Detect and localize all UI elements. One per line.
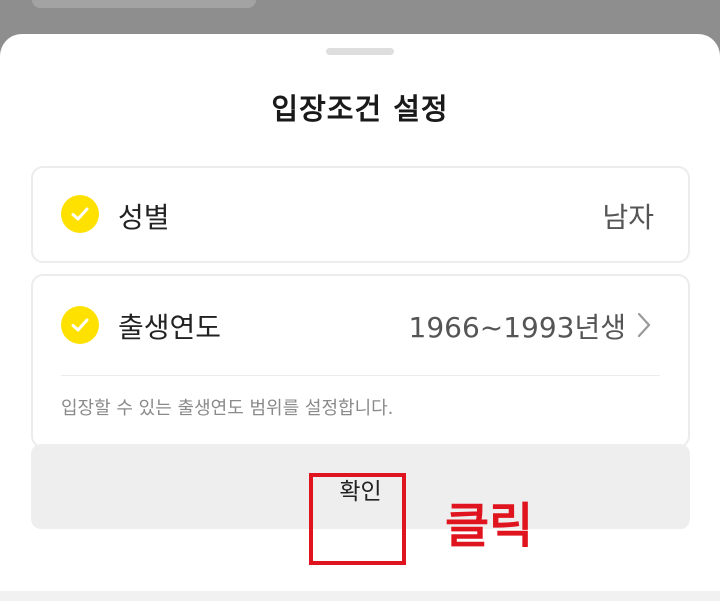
condition-birth-year-card: 출생연도 1966~1993년생 입장할 수 있는 출생연도 범위를 설정합니다… (31, 274, 690, 448)
check-icon (61, 195, 99, 233)
bottom-strip (0, 591, 720, 601)
birth-year-label: 출생연도 (118, 311, 222, 344)
annotation-click-text: 클릭 (445, 498, 534, 554)
check-icon (61, 306, 99, 344)
gender-label: 성별 (118, 201, 170, 234)
divider (61, 375, 660, 376)
gender-value: 남자 (602, 201, 654, 234)
sheet-drag-handle[interactable] (326, 48, 394, 55)
background-element (32, 0, 256, 8)
condition-gender-card[interactable]: 성별 남자 (31, 166, 690, 263)
birth-year-helper-text: 입장할 수 있는 출생연도 범위를 설정합니다. (61, 398, 394, 419)
birth-year-range-selector[interactable]: 1966~1993년생 (409, 306, 627, 346)
chevron-right-icon[interactable] (636, 312, 652, 342)
annotation-highlight-box (309, 473, 406, 565)
sheet-title: 입장조건 설정 (271, 92, 449, 126)
